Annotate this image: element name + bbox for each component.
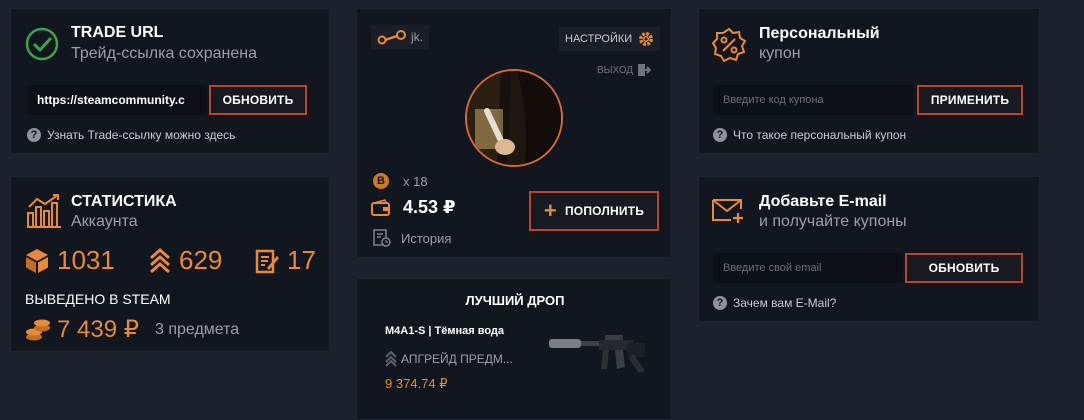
- stat-contracts-value: 17: [287, 245, 316, 275]
- email-help-text: Зачем вам E-Mail?: [733, 296, 837, 310]
- history-label: История: [401, 230, 452, 246]
- question-icon: ?: [713, 296, 727, 310]
- mail-plus-icon: [712, 199, 743, 223]
- coupon-help-link[interactable]: ? Что такое персональный купон: [713, 128, 906, 142]
- trade-url-input[interactable]: [27, 85, 207, 115]
- wallet-icon: [371, 198, 390, 216]
- stat-boxes: 1031: [25, 245, 115, 276]
- upgrade-chevrons-icon: [385, 351, 397, 367]
- plus-icon: +: [543, 198, 557, 223]
- withdrawn-amount: 7 439 ₽: [57, 316, 139, 343]
- trade-url-help-text: Узнать Trade-ссылку можно здесь: [47, 128, 236, 142]
- withdrawn-items: 3 предмета: [155, 320, 240, 338]
- steam-profile-link[interactable]: jk.: [371, 25, 429, 49]
- trade-url-help-link[interactable]: ? Узнать Trade-ссылку можно здесь: [27, 128, 235, 142]
- coupon-subtitle: купон: [759, 45, 801, 62]
- stat-boxes-value: 1031: [57, 245, 115, 275]
- withdrawn-label: ВЫВЕДЕНО В STEAM: [25, 291, 171, 307]
- email-subtitle: и получайте купоны: [759, 213, 907, 230]
- balance-row: 4.53 ₽: [371, 197, 456, 218]
- statistics-chart-icon: [27, 194, 61, 228]
- coupon-help-text: Что такое персональный купон: [733, 128, 907, 142]
- coupon-title: Персональный: [759, 25, 880, 42]
- question-icon: ?: [713, 128, 727, 142]
- profile-card: jk. НАСТРОЙКИ ВЫХОД B x 18 4.53 ₽ Истори…: [356, 8, 672, 258]
- best-drop-item-name: M4A1-S | Тёмная вода: [385, 325, 505, 337]
- coins-row: B x 18: [373, 173, 428, 189]
- coupon-percent-icon: [711, 27, 747, 63]
- deposit-label: ПОПОЛНИТЬ: [564, 204, 645, 218]
- bitcoin-icon: B: [373, 173, 389, 189]
- stat-contracts: 17: [255, 245, 316, 276]
- statistics-subtitle: Аккаунта: [71, 213, 138, 230]
- logout-label: ВЫХОД: [597, 64, 634, 76]
- coins-value: x 18: [403, 173, 428, 189]
- balance-value: 4.53 ₽: [403, 197, 456, 217]
- coupon-card: Персональный купон ПРИМЕНИТЬ ? Что такое…: [698, 8, 1040, 154]
- coins-stack-icon: [26, 319, 50, 340]
- question-icon: ?: [27, 128, 41, 142]
- best-drop-card: ЛУЧШИЙ ДРОП M4A1-S | Тёмная вода АПГРЕЙД…: [356, 278, 672, 420]
- history-icon: [373, 229, 391, 247]
- trade-url-card: TRADE URL Трейд-ссылка сохранена ОБНОВИТ…: [10, 8, 330, 154]
- steam-icon: [377, 30, 406, 45]
- gear-icon: [639, 32, 654, 46]
- history-link[interactable]: История: [373, 229, 451, 247]
- avatar: [465, 69, 563, 167]
- stat-upgrades-value: 629: [179, 245, 223, 275]
- profile-name: jk.: [411, 30, 423, 44]
- email-update-button[interactable]: ОБНОВИТЬ: [905, 253, 1023, 283]
- email-title: Добавьте E-mail: [759, 193, 887, 210]
- stat-upgrades: 629: [149, 245, 222, 276]
- best-drop-price: 9 374.74 ₽: [385, 376, 448, 391]
- deposit-button[interactable]: + ПОПОЛНИТЬ: [529, 191, 659, 231]
- statistics-title: СТАТИСТИКА: [71, 193, 177, 210]
- email-help-link[interactable]: ? Зачем вам E-Mail?: [713, 296, 836, 310]
- best-drop-title: ЛУЧШИЙ ДРОП: [465, 293, 565, 308]
- apply-coupon-button[interactable]: ПРИМЕНИТЬ: [917, 85, 1023, 115]
- best-drop-source-label: АПГРЕЙД ПРЕДМ...: [401, 352, 513, 366]
- trade-url-update-button[interactable]: ОБНОВИТЬ: [209, 85, 307, 115]
- withdrawn-row: 7 439 ₽ 3 предмета: [25, 315, 239, 344]
- email-card: Добавьте E-mail и получайте купоны ОБНОВ…: [698, 176, 1040, 322]
- settings-button[interactable]: НАСТРОЙКИ: [559, 27, 661, 51]
- trade-url-title: TRADE URL: [71, 24, 164, 41]
- best-drop-source: АПГРЕЙД ПРЕДМ...: [385, 351, 513, 367]
- settings-label: НАСТРОЙКИ: [565, 33, 633, 45]
- cube-icon: [26, 248, 48, 273]
- coupon-input[interactable]: [713, 85, 913, 115]
- trade-url-subtitle: Трейд-ссылка сохранена: [71, 45, 257, 62]
- email-input[interactable]: [713, 253, 903, 283]
- check-circle-icon: [25, 27, 59, 61]
- upgrade-chevrons-icon: [150, 247, 170, 273]
- rifle-image: [549, 335, 645, 373]
- statistics-card: СТАТИСТИКА Аккаунта 1031 629 17 ВЫВЕДЕНО…: [10, 176, 330, 352]
- logout-icon: [638, 64, 652, 76]
- logout-button[interactable]: ВЫХОД: [597, 63, 652, 77]
- contract-icon: [255, 249, 279, 273]
